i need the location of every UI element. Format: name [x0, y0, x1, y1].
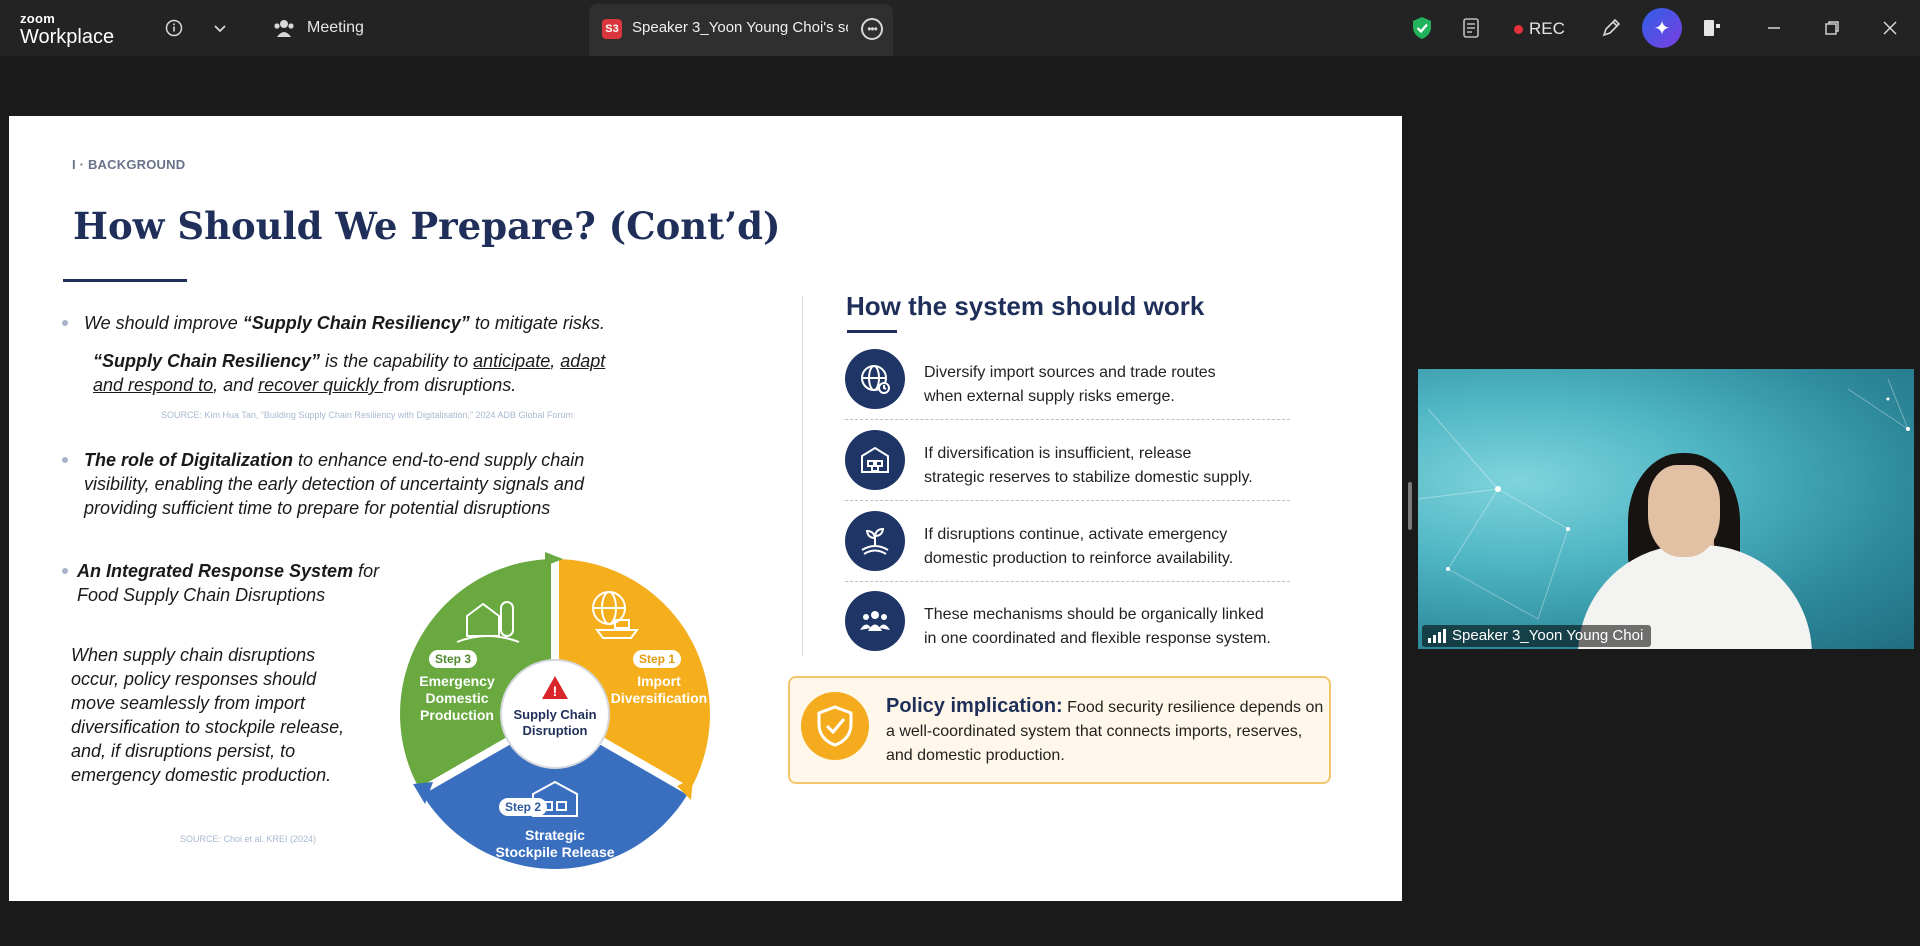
rec-label: REC [1529, 19, 1565, 38]
response-cycle-diagram: ! Supply Chain Disruption Step 1 Import … [400, 552, 710, 869]
step2-label: Stockpile Release [495, 844, 614, 860]
system-row-text: If diversification is insufficient, rele… [924, 442, 1253, 490]
logo-line-zoom: zoom [20, 11, 56, 26]
speaker-face [1648, 465, 1720, 557]
meeting-tab-label[interactable]: Meeting [307, 19, 364, 37]
step2-label: Strategic [525, 827, 585, 843]
bullet-bold-text: “Supply Chain Resiliency” [242, 313, 470, 333]
policy-implication-box: Policy implication: Food security resili… [788, 676, 1331, 784]
resiliency-definition: “Supply Chain Resiliency” is the capabil… [93, 349, 633, 397]
system-row: These mechanisms should be organically l… [845, 582, 1290, 662]
rec-dot-icon [1514, 25, 1523, 35]
sprout-icon [845, 511, 905, 571]
step1-label: Import [637, 673, 681, 689]
restore-icon[interactable] [1818, 14, 1846, 42]
center-label: Disruption [523, 723, 588, 738]
row-line: when external supply risks emerge. [924, 388, 1175, 405]
people-icon [845, 591, 905, 651]
step2-badge: Step 2 [505, 800, 541, 814]
step3-label: Production [420, 707, 494, 723]
policy-label: Policy implication: [886, 695, 1063, 717]
speaker-name-label: Speaker 3_Yoon Young Choi [1422, 625, 1652, 647]
recording-indicator[interactable]: REC [1514, 19, 1565, 39]
shared-slide: I · BACKGROUND How Should We Prepare? (C… [9, 116, 1402, 901]
ai-companion-icon[interactable]: ✦ [1642, 8, 1682, 48]
participants-icon[interactable] [270, 14, 298, 42]
system-row: If diversification is insufficient, rele… [845, 421, 1290, 501]
notes-icon[interactable] [1458, 14, 1486, 42]
row-divider [845, 500, 1290, 501]
row-line: strategic reserves to stabilize domestic… [924, 469, 1253, 486]
bullet-dot [62, 568, 68, 574]
system-row: Diversify import sources and trade route… [845, 340, 1290, 420]
title-underline [63, 279, 187, 282]
speaker-video-tile[interactable]: Speaker 3_Yoon Young Choi [1418, 369, 1914, 649]
how-title-underline [847, 330, 897, 333]
system-row-text: Diversify import sources and trade route… [924, 361, 1216, 409]
step1-label: Diversification [611, 690, 707, 706]
globe-icon [845, 349, 905, 409]
bullet-bold-text: The role of Digitalization [84, 450, 294, 470]
bullet-bold-text: An Integrated Response System [77, 561, 354, 581]
more-icon[interactable]: ••• [861, 18, 883, 40]
definition-text: from disruptions. [383, 375, 517, 395]
bullet-dot [62, 457, 68, 463]
center-label: Supply Chain [513, 707, 596, 722]
definition-underlined: anticipate [473, 351, 551, 371]
title-bar: zoom Workplace Meeting S3 Speaker 3_Yoon… [0, 0, 1920, 56]
step3-label: Emergency [419, 673, 495, 689]
annotate-icon[interactable] [1597, 14, 1625, 42]
section-label: I · BACKGROUND [72, 157, 186, 172]
bullet-supply-chain-resiliency: We should improve “Supply Chain Resilien… [84, 311, 605, 335]
shield-check-icon [801, 692, 869, 760]
step1-badge: Step 1 [639, 652, 675, 666]
screen-share-tab[interactable]: S3 Speaker 3_Yoon Young Choi's screen ••… [589, 4, 893, 56]
system-row-text: If disruptions continue, activate emerge… [924, 523, 1233, 571]
definition-underlined: recover quickly [258, 375, 384, 395]
response-paragraph: When supply chain disruptions occur, pol… [71, 645, 345, 785]
row-line: in one coordinated and flexible response… [924, 630, 1271, 647]
bullet-text: to mitigate risks. [469, 313, 605, 333]
chevron-down-icon[interactable] [206, 14, 234, 42]
zoom-window: zoom Workplace Meeting S3 Speaker 3_Yoon… [0, 0, 1920, 946]
speaker-name: Speaker 3_Yoon Young Choi [1452, 627, 1644, 644]
leave-icon[interactable] [1698, 14, 1726, 42]
row-line: If disruptions continue, activate emerge… [924, 526, 1228, 543]
step3-label: Domestic [425, 690, 488, 706]
row-line: If diversification is insufficient, rele… [924, 445, 1192, 462]
source-citation: SOURCE: Choi et al. KREI (2024) [180, 834, 317, 844]
definition-text: , [550, 351, 561, 371]
slide-title: How Should We Prepare? (Cont’d) [73, 204, 781, 248]
bullet-text: We should improve [84, 313, 243, 333]
definition-text: , and [213, 375, 259, 395]
source-citation: SOURCE: Kim Hua Tan, “Building Supply Ch… [161, 410, 574, 420]
system-row: If disruptions continue, activate emerge… [845, 502, 1290, 582]
signal-bars-icon [1428, 629, 1446, 643]
row-divider [845, 419, 1290, 420]
panel-resize-handle[interactable] [1408, 482, 1412, 530]
info-icon[interactable] [160, 14, 188, 42]
bullet-digitalization: The role of Digitalization to enhance en… [84, 448, 644, 520]
shield-check-icon[interactable] [1408, 14, 1436, 42]
system-row-text: These mechanisms should be organically l… [924, 603, 1271, 651]
svg-text:!: ! [553, 683, 558, 699]
share-tab-title: Speaker 3_Yoon Young Choi's screen [632, 19, 848, 36]
row-line: Diversify import sources and trade route… [924, 364, 1216, 381]
minimize-icon[interactable] [1760, 14, 1788, 42]
close-icon[interactable] [1876, 14, 1904, 42]
step3-badge: Step 3 [435, 652, 471, 666]
row-line: These mechanisms should be organically l… [924, 606, 1264, 623]
row-line: domestic production to reinforce availab… [924, 550, 1234, 567]
how-system-works-title: How the system should work [846, 291, 1205, 321]
column-divider [802, 296, 803, 656]
definition-text: is the capability to [320, 351, 474, 371]
definition-term: “Supply Chain Resiliency” [93, 351, 321, 371]
policy-text: Policy implication: Food security resili… [886, 694, 1326, 768]
bullet-integrated-response: An Integrated Response System for Food S… [77, 559, 387, 607]
logo-line-workplace: Workplace [20, 26, 115, 48]
share-tab-badge: S3 [602, 19, 622, 39]
zoom-workplace-logo: zoom Workplace [20, 12, 114, 47]
bullet-dot [62, 320, 68, 326]
warehouse-icon [845, 430, 905, 490]
